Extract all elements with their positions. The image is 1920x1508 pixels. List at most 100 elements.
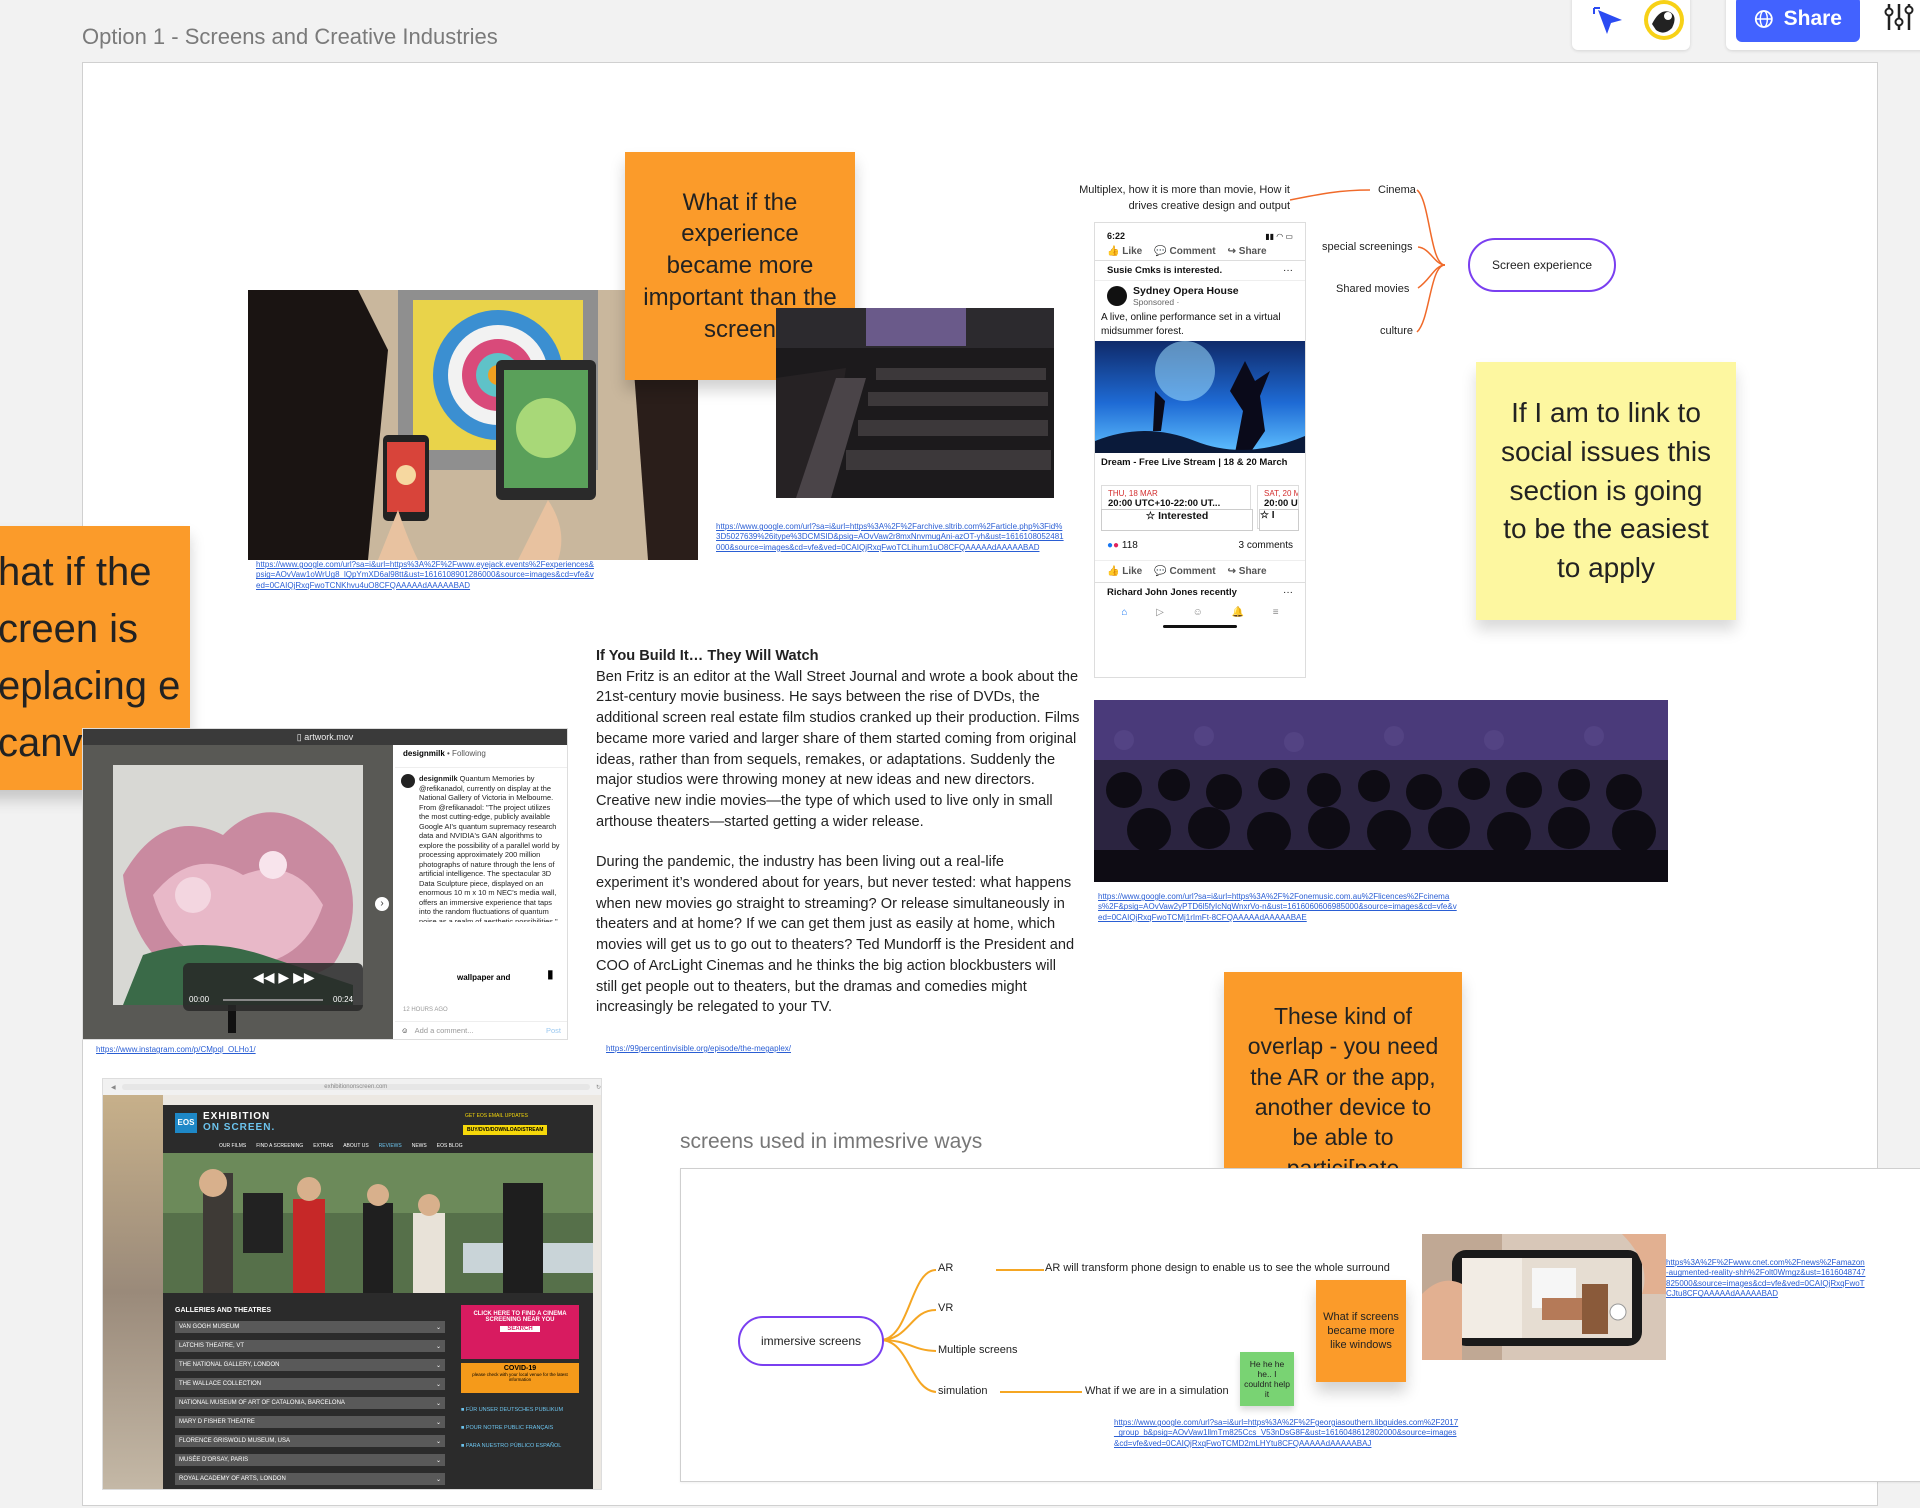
reload-icon[interactable]: ↻ — [596, 1084, 601, 1091]
gallery-item[interactable]: THE WALLACE COLLECTION ⌄ — [175, 1378, 445, 1390]
page-avatar-icon[interactable] — [1107, 286, 1127, 306]
buy-stream-button[interactable]: BUY/DVD/DOWNLOAD/STREAM — [463, 1125, 548, 1135]
gallery-item[interactable]: THE NATIONAL GALLERY, LONDON ⌄ — [175, 1359, 445, 1371]
groups-icon[interactable]: ☺ — [1193, 607, 1203, 618]
page-name[interactable]: Sydney Opera House — [1133, 285, 1239, 297]
mindmap-node-culture[interactable]: culture — [1380, 325, 1413, 337]
ar-photo-link[interactable]: https://www.google.com/url?sa=i&url=http… — [256, 560, 596, 591]
covid-notice[interactable]: COVID-19 please check with your local ve… — [461, 1363, 579, 1393]
french-link[interactable]: ■ POUR NOTRE PUBLIC FRANÇAIS — [461, 1419, 563, 1437]
avatar[interactable] — [1642, 0, 1686, 42]
share-post-button-2[interactable]: ↪ Share — [1228, 566, 1267, 577]
home-icon[interactable]: ⌂ — [1121, 607, 1127, 618]
article-block[interactable]: If You Build It… They Will Watch Ben Fri… — [596, 646, 1080, 1018]
german-link[interactable]: ■ FÜR UNSER DEUTSCHES PUBLIKUM — [461, 1401, 563, 1419]
interested-button-2[interactable]: ☆ I — [1259, 509, 1299, 531]
instagram-comment-snippet: wallpaper and — [457, 973, 511, 982]
video-icon[interactable]: ▷ — [1156, 607, 1164, 618]
find-cinema-banner[interactable]: CLICK HERE TO FIND A CINEMA SCREENING NE… — [461, 1305, 579, 1359]
instagram-avatar-icon[interactable] — [401, 774, 415, 788]
video-title-bar: ▯ artwork.mov — [83, 729, 567, 745]
play-icon[interactable]: ◀◀ ▶ ▶▶ — [253, 969, 315, 986]
url-bar[interactable]: exhibitiononscreen.com — [121, 1084, 590, 1090]
cinema-audience-photo[interactable] — [1094, 700, 1668, 882]
email-updates-link[interactable]: GET EOS EMAIL UPDATES — [465, 1113, 528, 1119]
gallery-item[interactable]: FLORENCE GRISWOLD MUSEUM, USA ⌄ — [175, 1435, 445, 1447]
like-button-2[interactable]: 👍 Like — [1107, 566, 1142, 577]
sticky-note-hehe[interactable]: He he he he.. I couldnt help it — [1240, 1352, 1294, 1406]
mindmap-node-shared-movies[interactable]: Shared movies — [1336, 283, 1409, 295]
instagram-link[interactable]: https://www.instagram.com/p/CMpql_OLHo1/ — [96, 1045, 256, 1055]
cinema-seats-link[interactable]: https://www.google.com/url?sa=i&url=http… — [716, 522, 1066, 553]
spanish-link[interactable]: ■ PARA NUESTRO PÚBLICO ESPAÑOL — [461, 1437, 563, 1455]
article-link[interactable]: https://99percentinvisible.org/episode/t… — [606, 1044, 791, 1054]
share-post-button[interactable]: ↪ Share — [1228, 246, 1267, 257]
settings-icon[interactable] — [1884, 0, 1914, 34]
eos-nav: OUR FILMS FIND A SCREENING EXTRAS ABOUT US R… — [219, 1143, 463, 1149]
eos-logo[interactable]: EOS — [175, 1113, 197, 1133]
mindmap-node-vr[interactable]: VR — [938, 1302, 953, 1314]
instagram-username[interactable]: designmilk — [403, 749, 445, 758]
gallery-item[interactable]: MUSÉE D'ORSAY, PARIS ⌄ — [175, 1454, 445, 1466]
bell-icon[interactable]: 🔔 — [1232, 607, 1244, 618]
menu-icon[interactable]: ≡ — [1273, 607, 1279, 618]
immersive-section-title[interactable]: screens used in immesrive ways — [680, 1130, 982, 1154]
share-bar: Share — [1726, 0, 1920, 50]
browser-back-icon[interactable]: ◀ — [111, 1084, 116, 1091]
like-button[interactable]: 👍 Like — [1107, 246, 1142, 257]
galleries-list: VAN GOGH MUSEUM ⌄ LATCHIS THEATRE, VT ⌄ TH… — [175, 1321, 445, 1489]
time-ago: 12 HOURS AGO — [403, 1007, 448, 1013]
reaction-count: ●● 118 — [1107, 540, 1138, 551]
ar-phone-photo[interactable] — [1422, 1234, 1666, 1360]
gallery-item[interactable]: NATIONAL MUSEUM OF ART OF CATALONIA, BAR… — [175, 1397, 445, 1409]
mindmap-node-multiple-screens[interactable]: Multiple screens — [938, 1344, 1017, 1356]
mindmap-node-ar[interactable]: AR — [938, 1262, 953, 1274]
vr-link[interactable]: https://www.google.com/url?sa=i&url=http… — [1114, 1418, 1460, 1449]
mindmap-node-simulation[interactable]: simulation — [938, 1385, 988, 1397]
mindmap-note-multiplex[interactable]: Multiplex, how it is more than movie, Ho… — [1060, 182, 1290, 214]
comment-button-2[interactable]: 💬 Comment — [1154, 566, 1215, 577]
gallery-item[interactable]: MARY D FISHER THEATRE ⌄ — [175, 1416, 445, 1428]
comment-count[interactable]: 3 comments — [1239, 540, 1293, 551]
article-paragraph-1: Ben Fritz is an editor at the Wall Stree… — [596, 668, 1080, 830]
facebook-post-screenshot[interactable]: 6:22 ▮▮ ◠ ▭ 👍 Like 💬 Comment ↪ Share Sus… — [1094, 222, 1306, 678]
sticky-note-windows[interactable]: What if screens became more like windows — [1316, 1280, 1406, 1382]
exhibition-on-screen-website[interactable]: ◀ exhibitiononscreen.com ↻ EOS EXHIBITIO… — [102, 1078, 602, 1490]
interested-button[interactable]: ☆ Interested — [1101, 509, 1253, 531]
event-image[interactable] — [1095, 341, 1305, 453]
instagram-caption: designmilk Quantum Memories by @refikana… — [419, 774, 560, 922]
cursor-icon[interactable] — [1592, 6, 1628, 36]
video-controls[interactable]: ◀◀ ▶ ▶▶ 00:00 00:24 — [183, 963, 363, 1011]
comment-input[interactable]: Add a comment... — [415, 1026, 540, 1035]
eos-brand: EXHIBITION ON SCREEN. — [203, 1111, 276, 1133]
mindmap-node-cinema[interactable]: Cinema — [1378, 184, 1416, 196]
sponsored-label: Sponsored · — [1133, 297, 1180, 307]
gallery-item[interactable]: ROYAL ACADEMY OF ARTS, LONDON ⌄ — [175, 1473, 445, 1485]
mindmap-center-immersive-screens[interactable]: immersive screens — [738, 1316, 884, 1366]
instagram-video-post[interactable]: ▯ artwork.mov ◀◀ ▶ ▶▶ 00:00 00:24 › desi… — [82, 728, 568, 1040]
cinema-audience-link[interactable]: https://www.google.com/url?sa=i&url=http… — [1098, 892, 1458, 923]
share-button[interactable]: Share — [1736, 0, 1860, 42]
cinema-seats-photo[interactable] — [776, 308, 1054, 498]
language-links: ■ FÜR UNSER DEUTSCHES PUBLIKUM ■ POUR NO… — [461, 1401, 563, 1455]
gallery-item[interactable]: LATCHIS THEATRE, VT ⌄ — [175, 1340, 445, 1352]
mindmap-center-screen-experience[interactable]: Screen experience — [1468, 238, 1616, 292]
galleries-title: GALLERIES AND THEATRES — [175, 1307, 272, 1314]
mindmap-note-ar-transform[interactable]: AR will transform phone design to enable… — [1045, 1262, 1390, 1274]
bookmark-icon[interactable]: ▮ — [547, 967, 554, 981]
next-arrow-icon[interactable]: › — [375, 897, 389, 911]
post-comment-button[interactable]: Post — [546, 1026, 561, 1035]
comment-button[interactable]: 💬 Comment — [1154, 246, 1215, 257]
emoji-icon[interactable]: ☺ — [401, 1026, 409, 1035]
sticky-note-social[interactable]: If I am to link to social issues this se… — [1476, 362, 1736, 620]
mindmap-node-special-screenings[interactable]: special screenings — [1322, 241, 1413, 253]
gallery-item[interactable]: VAN GOGH MUSEUM ⌄ — [175, 1321, 445, 1333]
artwork-video[interactable]: ◀◀ ▶ ▶▶ 00:00 00:24 › — [83, 745, 393, 1039]
post-caption: A live, online performance set in a virt… — [1101, 312, 1281, 337]
frame-title[interactable]: Option 1 - Screens and Creative Industri… — [82, 24, 498, 50]
event-title[interactable]: Dream - Free Live Stream | 18 & 20 March — [1095, 453, 1305, 485]
cnet-link[interactable]: https%3A%2F%2Fwww.cnet.com%2Fnews%2Famaz… — [1666, 1258, 1866, 1300]
globe-icon — [1754, 10, 1773, 28]
eos-hero-photo[interactable] — [163, 1153, 593, 1293]
mindmap-note-simulation[interactable]: What if we are in a simulation — [1085, 1385, 1229, 1397]
